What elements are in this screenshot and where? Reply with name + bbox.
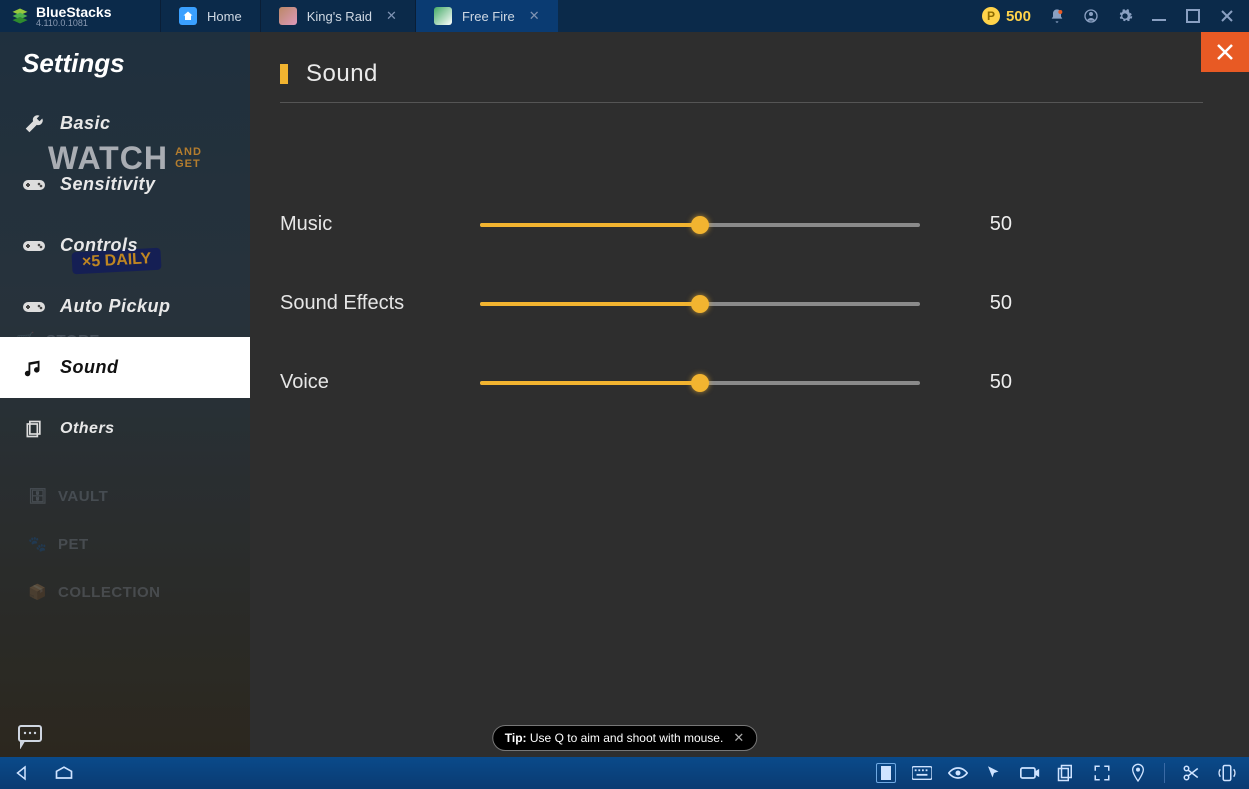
bluestacks-logo-area: BlueStacks 4.110.0.1081	[0, 5, 160, 28]
tab-kings-raid[interactable]: King's Raid ✕	[260, 0, 415, 32]
tab-close-icon[interactable]: ✕	[529, 8, 540, 24]
nav-label: Basic	[60, 113, 111, 134]
back-icon[interactable]	[12, 763, 32, 783]
eye-icon[interactable]	[948, 763, 968, 783]
tab-label: Free Fire	[462, 9, 515, 24]
bottom-bar	[0, 757, 1249, 789]
home-nav-icon[interactable]	[54, 763, 74, 783]
settings-title: Settings	[0, 32, 250, 93]
slider-sound-effects: Sound Effects 50	[280, 292, 1203, 315]
fullscreen-icon[interactable]	[1092, 763, 1112, 783]
settings-content: Sound Music 50 Sound Effects 50	[250, 32, 1249, 757]
divider	[280, 102, 1203, 103]
slider-thumb-icon[interactable]	[691, 374, 709, 392]
game-viewport: WATCH AND GET ×5 DAILY 🛒STORE 🎲LUCK ROYA…	[0, 32, 1249, 757]
maximize-icon[interactable]	[1185, 8, 1201, 24]
camera-icon[interactable]	[1020, 763, 1040, 783]
close-icon[interactable]	[1219, 8, 1235, 24]
settings-nav-auto-pickup[interactable]: Auto Pickup	[0, 276, 250, 337]
nav-label: Sensitivity	[60, 174, 156, 195]
settings-nav-others[interactable]: Others	[0, 398, 250, 459]
tab-strip: Home King's Raid ✕ Free Fire ✕	[160, 0, 968, 32]
home-icon	[179, 7, 197, 25]
scissors-icon[interactable]	[1181, 763, 1201, 783]
slider-value: 50	[942, 213, 1012, 236]
accent-bar-icon	[280, 64, 288, 84]
slider-thumb-icon[interactable]	[691, 295, 709, 313]
slider-value: 50	[942, 371, 1012, 394]
settings-nav-sound[interactable]: Sound	[0, 337, 250, 398]
android-nav-buttons	[12, 763, 74, 783]
coin-amount: 500	[1006, 8, 1031, 25]
wrench-icon	[22, 112, 46, 136]
nav-label: Controls	[60, 235, 138, 256]
tab-label: King's Raid	[307, 9, 372, 24]
slider-thumb-icon[interactable]	[691, 216, 709, 234]
settings-close-button[interactable]	[1201, 32, 1249, 72]
app-version: 4.110.0.1081	[36, 19, 111, 28]
cursor-icon[interactable]	[984, 763, 1004, 783]
bell-icon[interactable]	[1049, 8, 1065, 24]
tip-prefix: Tip:	[505, 731, 527, 745]
copy-tray-icon[interactable]	[1056, 763, 1076, 783]
coin-balance[interactable]: P 500	[982, 7, 1031, 25]
location-icon[interactable]	[1128, 763, 1148, 783]
voice-slider[interactable]	[480, 381, 920, 385]
slider-fill-icon	[480, 302, 700, 306]
minimize-icon[interactable]	[1151, 8, 1167, 24]
settings-panel: Settings Basic Sensitivity Controls Auto…	[0, 32, 1249, 757]
slider-fill-icon	[480, 223, 700, 227]
tab-close-icon[interactable]: ✕	[386, 8, 397, 24]
settings-nav: Settings Basic Sensitivity Controls Auto…	[0, 32, 250, 757]
keyboard-icon[interactable]	[912, 763, 932, 783]
copy-icon	[22, 417, 46, 441]
gamepad-icon	[22, 173, 46, 197]
bluestacks-logo-icon	[10, 6, 30, 26]
settings-nav-sensitivity[interactable]: Sensitivity	[0, 154, 250, 215]
settings-nav-basic[interactable]: Basic	[0, 93, 250, 154]
slider-label: Sound Effects	[280, 292, 480, 315]
slider-voice: Voice 50	[280, 371, 1203, 394]
nav-label: Sound	[60, 357, 119, 378]
bottom-tray	[876, 763, 1237, 783]
title-right-controls: P 500	[968, 7, 1249, 25]
gamepad-icon	[22, 295, 46, 319]
section-title: Sound	[306, 60, 378, 88]
title-bar: BlueStacks 4.110.0.1081 Home King's Raid…	[0, 0, 1249, 32]
app-name: BlueStacks	[36, 5, 111, 19]
toggle-keymap-icon[interactable]	[876, 763, 896, 783]
tab-label: Home	[207, 9, 242, 24]
chat-icon[interactable]	[18, 725, 46, 749]
tab-home[interactable]: Home	[160, 0, 260, 32]
free-fire-icon	[434, 7, 452, 25]
slider-value: 50	[942, 292, 1012, 315]
music-icon	[22, 356, 46, 380]
shake-icon[interactable]	[1217, 763, 1237, 783]
slider-music: Music 50	[280, 213, 1203, 236]
nav-label: Auto Pickup	[60, 296, 171, 317]
settings-nav-controls[interactable]: Controls	[0, 215, 250, 276]
tip-close-icon[interactable]: ✕	[733, 730, 744, 746]
section-header: Sound	[280, 60, 1203, 88]
tip-text: Use Q to aim and shoot with mouse.	[530, 731, 723, 745]
slider-fill-icon	[480, 381, 700, 385]
nav-label: Others	[60, 420, 115, 438]
coin-icon: P	[982, 7, 1000, 25]
kings-raid-icon	[279, 7, 297, 25]
slider-label: Music	[280, 213, 480, 236]
account-icon[interactable]	[1083, 8, 1099, 24]
music-slider[interactable]	[480, 223, 920, 227]
tip-toast: Tip: Use Q to aim and shoot with mouse. …	[492, 725, 757, 751]
tab-free-fire[interactable]: Free Fire ✕	[415, 0, 558, 32]
separator	[1164, 763, 1165, 783]
gamepad-icon	[22, 234, 46, 258]
sound-effects-slider[interactable]	[480, 302, 920, 306]
slider-label: Voice	[280, 371, 480, 394]
gear-icon[interactable]	[1117, 8, 1133, 24]
